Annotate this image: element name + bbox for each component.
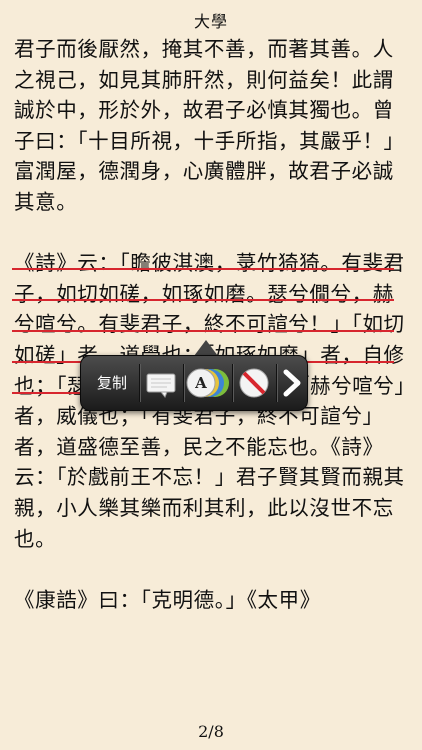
note-button[interactable] <box>143 365 179 401</box>
page-indicator: 2/8 <box>198 722 224 741</box>
paragraph-1[interactable]: 君子而後厭然，掩其不善，而著其善。人之視己，如見其肺肝然，則何益矣！此謂誠於中，… <box>14 34 408 218</box>
popup-arrow <box>194 340 218 356</box>
remove-highlight-icon <box>239 368 269 398</box>
highlight-underline <box>12 268 394 270</box>
menu-separator <box>276 364 277 402</box>
selection-popup-menu: 复制 A <box>80 355 308 411</box>
highlight-underline <box>12 299 394 301</box>
book-text[interactable]: 君子而後厭然，掩其不善，而著其善。人之視己，如見其肺肝然，則何益矣！此謂誠於中，… <box>14 34 408 615</box>
highlight-color-icon: A <box>186 368 229 398</box>
highlight-color-button[interactable]: A <box>185 365 231 401</box>
note-icon <box>146 373 176 398</box>
copy-button[interactable]: 复制 <box>87 368 137 398</box>
remove-highlight-button[interactable] <box>236 365 272 401</box>
menu-separator <box>183 364 184 402</box>
highlight-underline <box>12 330 394 332</box>
book-title: 大學 <box>193 12 228 31</box>
menu-separator <box>232 364 233 402</box>
paragraph-3[interactable]: 《康誥》曰：「克明德。」《太甲》 <box>14 585 408 616</box>
svg-text:A: A <box>194 374 207 392</box>
more-button[interactable] <box>280 365 304 401</box>
more-arrow-icon <box>283 369 301 397</box>
highlight-underline <box>12 392 82 394</box>
menu-separator <box>139 364 140 402</box>
